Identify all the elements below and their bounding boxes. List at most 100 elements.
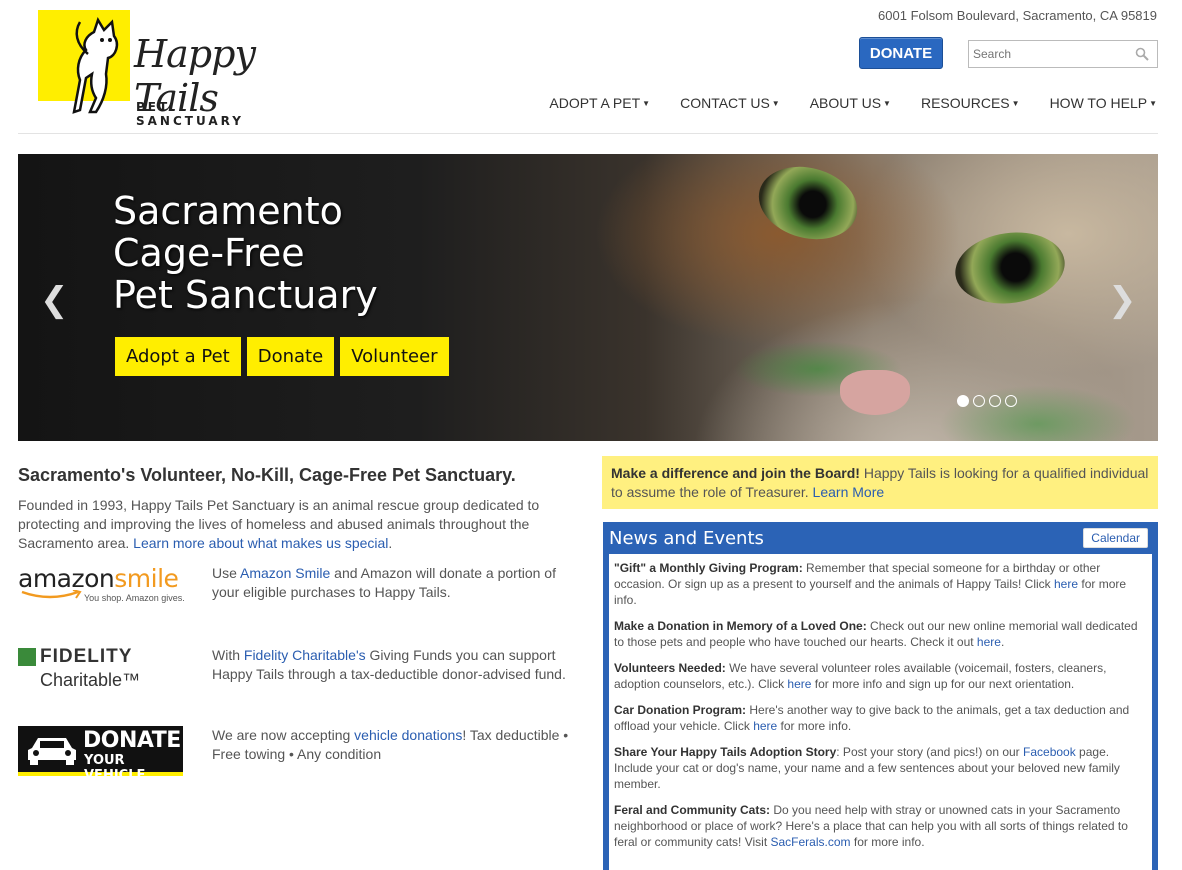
hero-donate-button[interactable]: Donate	[246, 337, 335, 376]
car-icon	[28, 738, 76, 765]
news-header: News and Events Calendar	[609, 522, 1152, 554]
search-box	[968, 40, 1158, 68]
fidelity-logo-line1: FIDELITY	[40, 646, 133, 667]
donate-vehicle-logo[interactable]: DONATE YOUR VEHICLE	[18, 726, 183, 783]
news-item-after: for more info.	[850, 835, 925, 849]
search-input[interactable]	[969, 41, 1129, 67]
news-item: Volunteers Needed: We have several volun…	[614, 660, 1147, 692]
learn-more-link[interactable]: Learn more about what makes us special	[133, 535, 388, 551]
hero-title-line: Cage-Free	[113, 231, 305, 275]
board-heading: Make a difference and join the Board!	[611, 465, 860, 481]
chevron-right-icon[interactable]: ❯	[1108, 280, 1137, 320]
logo-subtitle: PET SANCTUARY	[136, 100, 244, 128]
news-item-title: Volunteers Needed:	[614, 661, 726, 675]
news-list: "Gift" a Monthly Giving Program: Remembe…	[609, 554, 1152, 870]
carousel-dot[interactable]	[989, 395, 1001, 407]
carousel-indicators	[957, 395, 1017, 407]
carousel-dot[interactable]	[1005, 395, 1017, 407]
main-nav: ADOPT A PET ▼ CONTACT US ▼ ABOUT US ▼ RESOU…	[549, 95, 1157, 111]
news-item-link[interactable]: here	[753, 719, 777, 733]
intro-suffix: .	[388, 535, 393, 551]
vehicle-donations-link[interactable]: vehicle donations	[354, 727, 462, 743]
carousel-dot[interactable]	[957, 395, 969, 407]
vehicle-promo-text: We are now accepting vehicle donations! …	[212, 726, 577, 764]
nav-label: CONTACT US	[680, 95, 770, 111]
fidelity-logo-line2: Charitable™	[40, 670, 141, 690]
board-learn-more-link[interactable]: Learn More	[813, 484, 885, 500]
nav-label: HOW TO HELP	[1049, 95, 1148, 111]
carousel-dot[interactable]	[973, 395, 985, 407]
news-item-link[interactable]: here	[977, 635, 1001, 649]
fidelity-promo: FIDELITY Charitable™ With Fidelity Chari…	[18, 646, 578, 706]
promo-pre: With	[212, 647, 244, 663]
hero-title: Sacramento Cage-Free Pet Sanctuary	[113, 190, 378, 316]
donate-button[interactable]: DONATE	[859, 37, 943, 69]
news-item-title: Car Donation Program:	[614, 703, 747, 717]
nav-resources[interactable]: RESOURCES ▼	[921, 95, 1020, 111]
cat-eye-right	[950, 225, 1070, 311]
intro-heading: Sacramento's Volunteer, No-Kill, Cage-Fr…	[18, 465, 516, 485]
site-logo[interactable]: Happy Tails PET SANCTUARY	[38, 10, 283, 128]
amazon-promo-text: Use Amazon Smile and Amazon will donate …	[212, 564, 577, 602]
news-and-events-panel: News and Events Calendar "Gift" a Monthl…	[603, 522, 1158, 870]
promo-pre: We are now accepting	[212, 727, 355, 743]
cat-nose	[840, 370, 910, 415]
hero-buttons: Adopt a Pet Donate Volunteer	[115, 337, 449, 376]
hero-title-line: Pet Sanctuary	[113, 273, 378, 317]
news-title: News and Events	[609, 527, 764, 549]
amazon-smile-promo: amazonsmile You shop. Amazon gives. Use …	[18, 564, 578, 614]
news-item-text: : Post your story (and pics!) on our	[836, 745, 1024, 759]
amazon-logo-tagline: You shop. Amazon gives.	[84, 593, 185, 603]
nav-how-to-help[interactable]: HOW TO HELP ▼	[1050, 95, 1157, 111]
news-item-title: Make a Donation in Memory of a Loved One…	[614, 619, 867, 633]
amazon-logo-smile: smile	[114, 564, 179, 593]
news-item-title: "Gift" a Monthly Giving Program:	[614, 561, 803, 575]
news-item-link[interactable]: here	[1054, 577, 1078, 591]
header-divider	[18, 133, 1158, 134]
amazon-smile-arrow-icon	[21, 590, 82, 599]
nav-label: ADOPT A PET	[549, 95, 641, 111]
news-item: Share Your Happy Tails Adoption Story: P…	[614, 744, 1147, 792]
cat-logo-icon	[72, 17, 119, 114]
chevron-left-icon[interactable]: ❮	[40, 280, 69, 320]
cat-eye-left	[750, 156, 866, 250]
caret-down-icon: ▼	[642, 98, 651, 108]
news-item-link[interactable]: Facebook	[1023, 745, 1076, 759]
calendar-button[interactable]: Calendar	[1083, 528, 1148, 548]
vehicle-logo-line2: YOUR VEHICLE	[84, 753, 146, 783]
news-item-after: .	[1000, 635, 1005, 649]
caret-down-icon: ▼	[1011, 98, 1020, 108]
news-item-link[interactable]: SacFerals.com	[771, 835, 851, 849]
nav-label: ABOUT US	[809, 95, 882, 111]
vehicle-donation-promo: DONATE YOUR VEHICLE We are now accepting…	[18, 726, 578, 783]
news-item-after: for more info and sign up for our next o…	[811, 677, 1075, 691]
amazon-smile-logo[interactable]: amazonsmile You shop. Amazon gives.	[18, 564, 185, 604]
search-icon[interactable]	[1135, 47, 1149, 61]
caret-down-icon: ▼	[771, 98, 780, 108]
address: 6001 Folsom Boulevard, Sacramento, CA 95…	[878, 8, 1157, 23]
news-item: Make a Donation in Memory of a Loved One…	[614, 618, 1147, 650]
fidelity-charitable-link[interactable]: Fidelity Charitable's	[244, 647, 366, 663]
fidelity-promo-text: With Fidelity Charitable's Giving Funds …	[212, 646, 577, 684]
fidelity-charitable-logo[interactable]: FIDELITY Charitable™	[18, 646, 148, 696]
vehicle-logo-line1: DONATE	[83, 728, 181, 753]
news-item: Feral and Community Cats: Do you need he…	[614, 802, 1147, 850]
nav-label: RESOURCES	[920, 95, 1010, 111]
nav-contact-us[interactable]: CONTACT US ▼	[680, 95, 780, 111]
adopt-a-pet-button[interactable]: Adopt a Pet	[115, 337, 241, 376]
nav-adopt-a-pet[interactable]: ADOPT A PET ▼	[549, 95, 650, 111]
amazon-smile-link[interactable]: Amazon Smile	[240, 565, 330, 581]
caret-down-icon: ▼	[883, 98, 891, 108]
promo-pre: Use	[212, 565, 241, 581]
nav-about-us[interactable]: ABOUT US ▼	[810, 95, 891, 111]
news-item: "Gift" a Monthly Giving Program: Remembe…	[614, 560, 1147, 608]
news-item-link[interactable]: here	[787, 677, 811, 691]
caret-down-icon: ▼	[1149, 98, 1157, 108]
board-announcement: Make a difference and join the Board! Ha…	[602, 456, 1158, 509]
intro-paragraph: Founded in 1993, Happy Tails Pet Sanctua…	[18, 496, 573, 553]
hero-title-line: Sacramento	[113, 189, 343, 233]
amazon-logo-word: amazon	[18, 564, 115, 593]
news-item-after: for more info.	[777, 719, 852, 733]
volunteer-button[interactable]: Volunteer	[340, 337, 449, 376]
fidelity-mark-icon	[18, 648, 36, 666]
